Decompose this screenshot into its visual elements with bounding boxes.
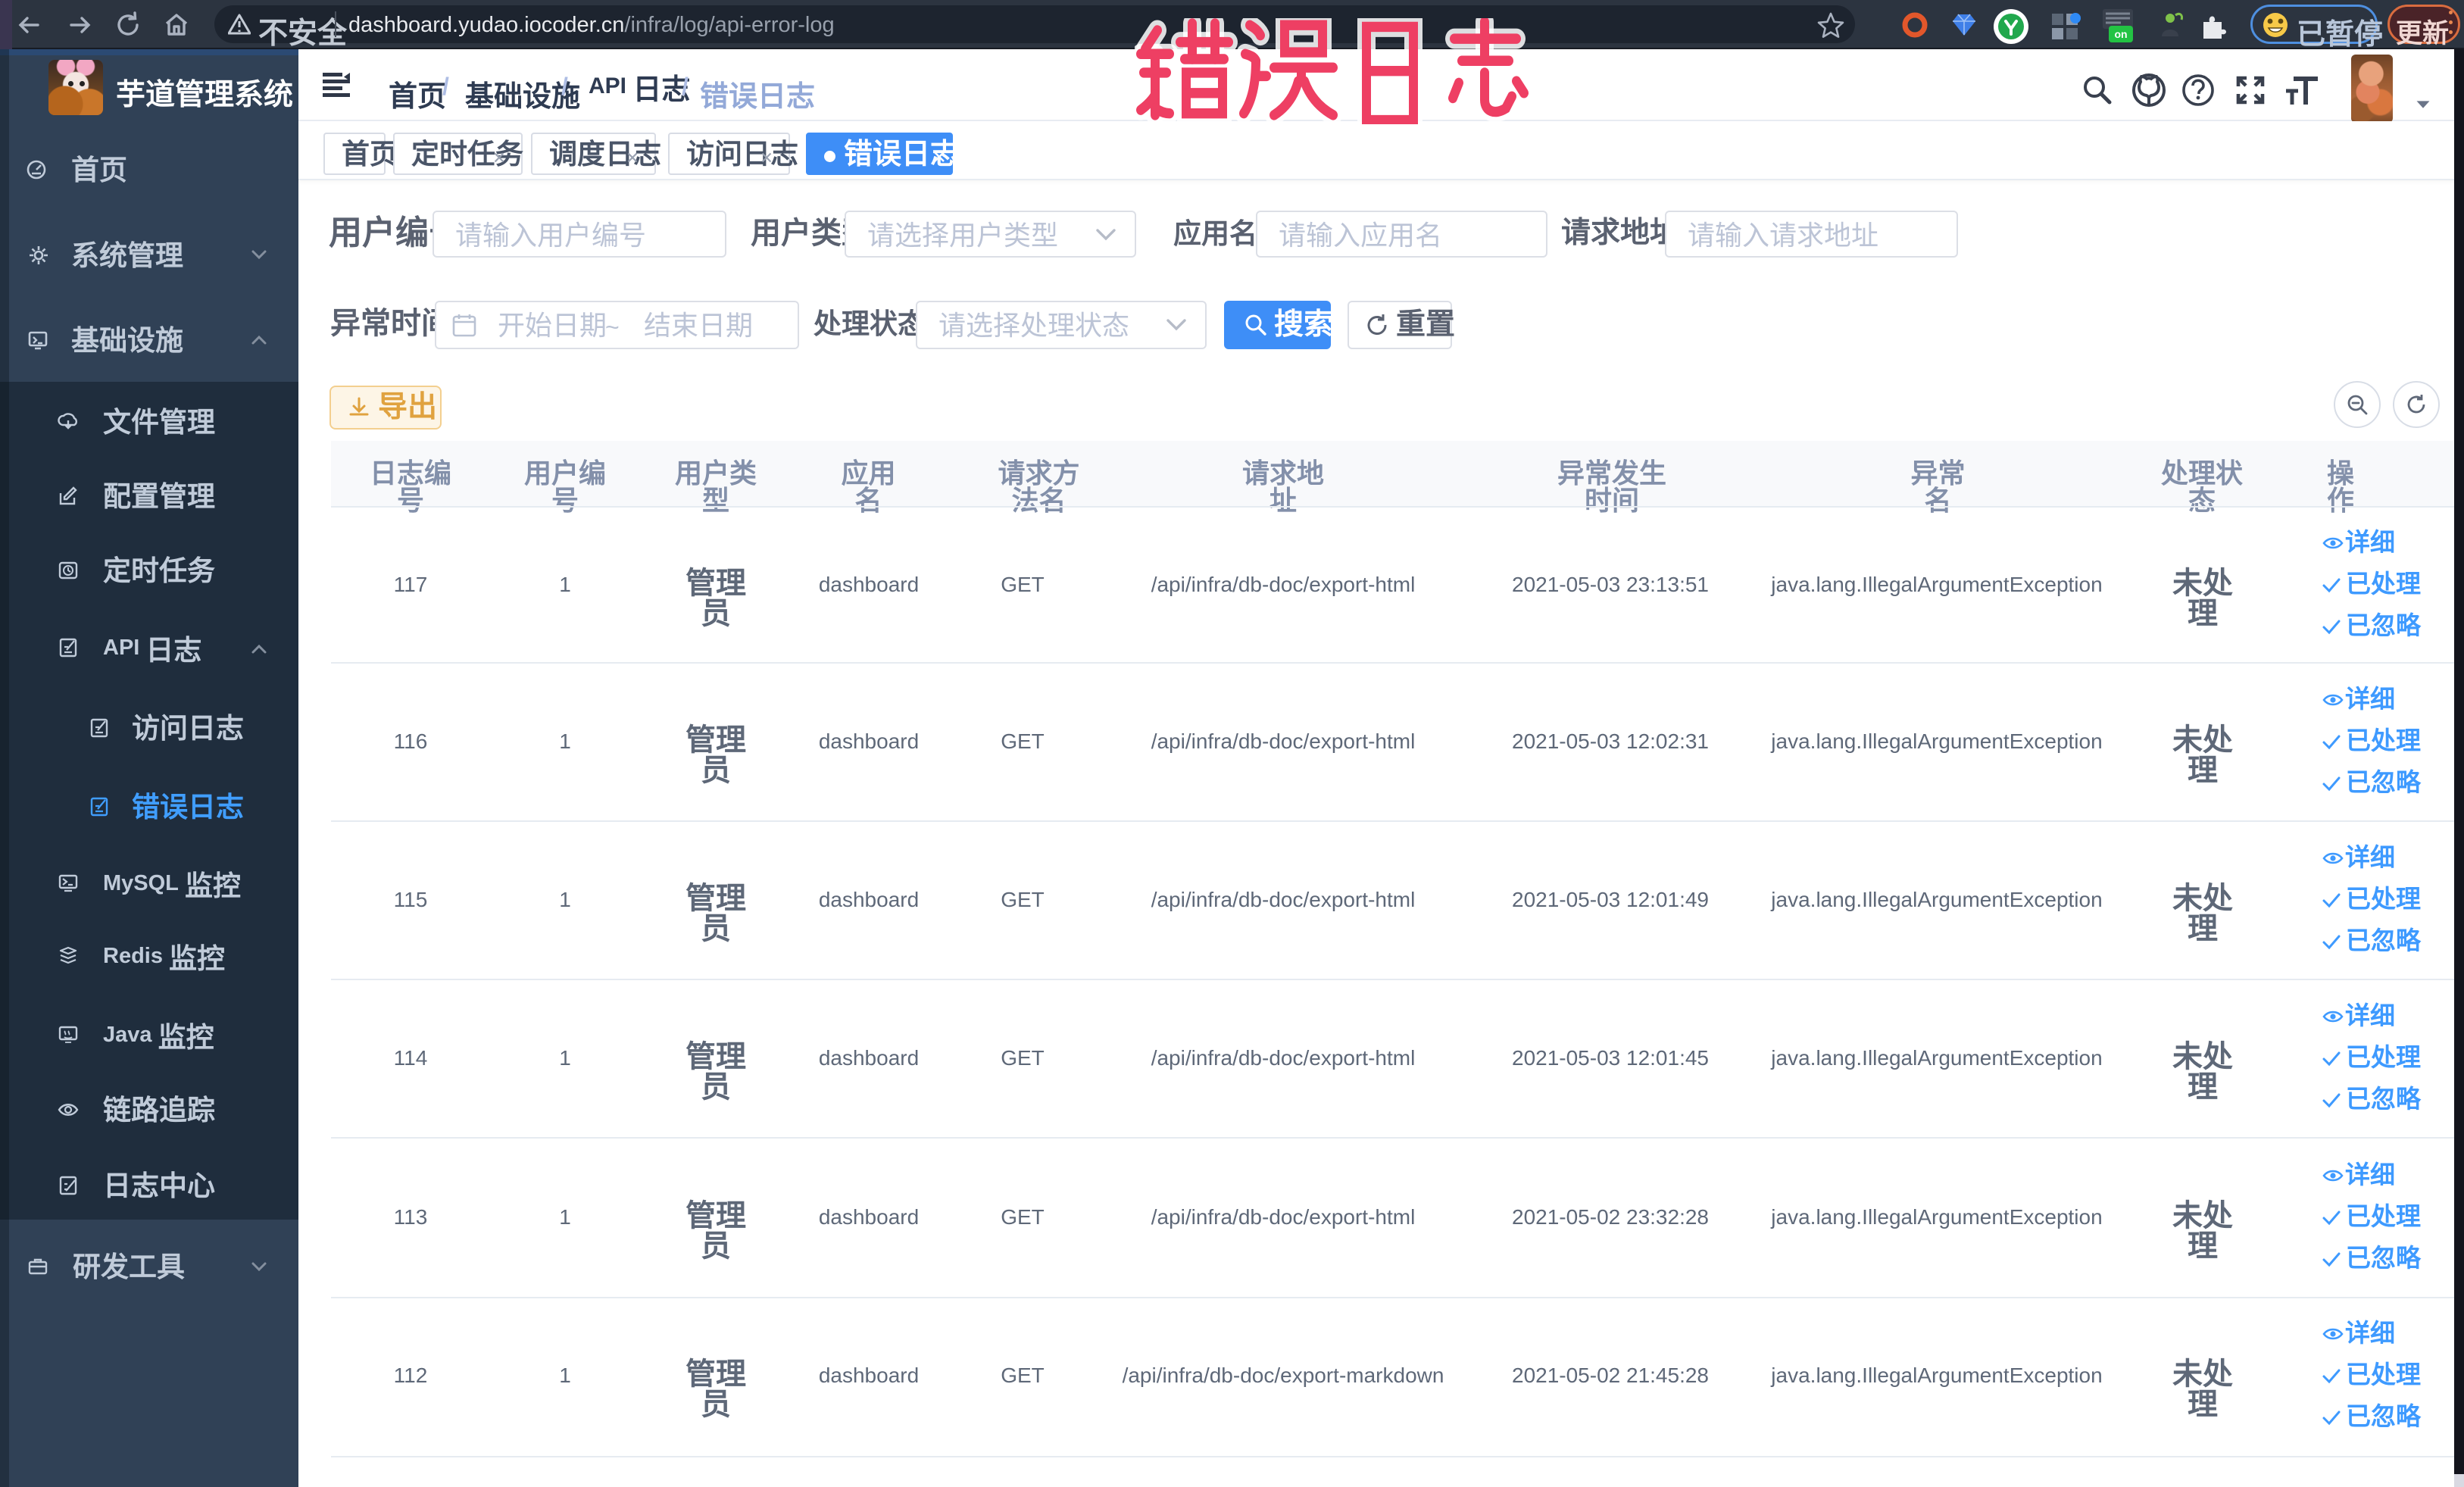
svg-text:on: on: [2114, 28, 2127, 40]
